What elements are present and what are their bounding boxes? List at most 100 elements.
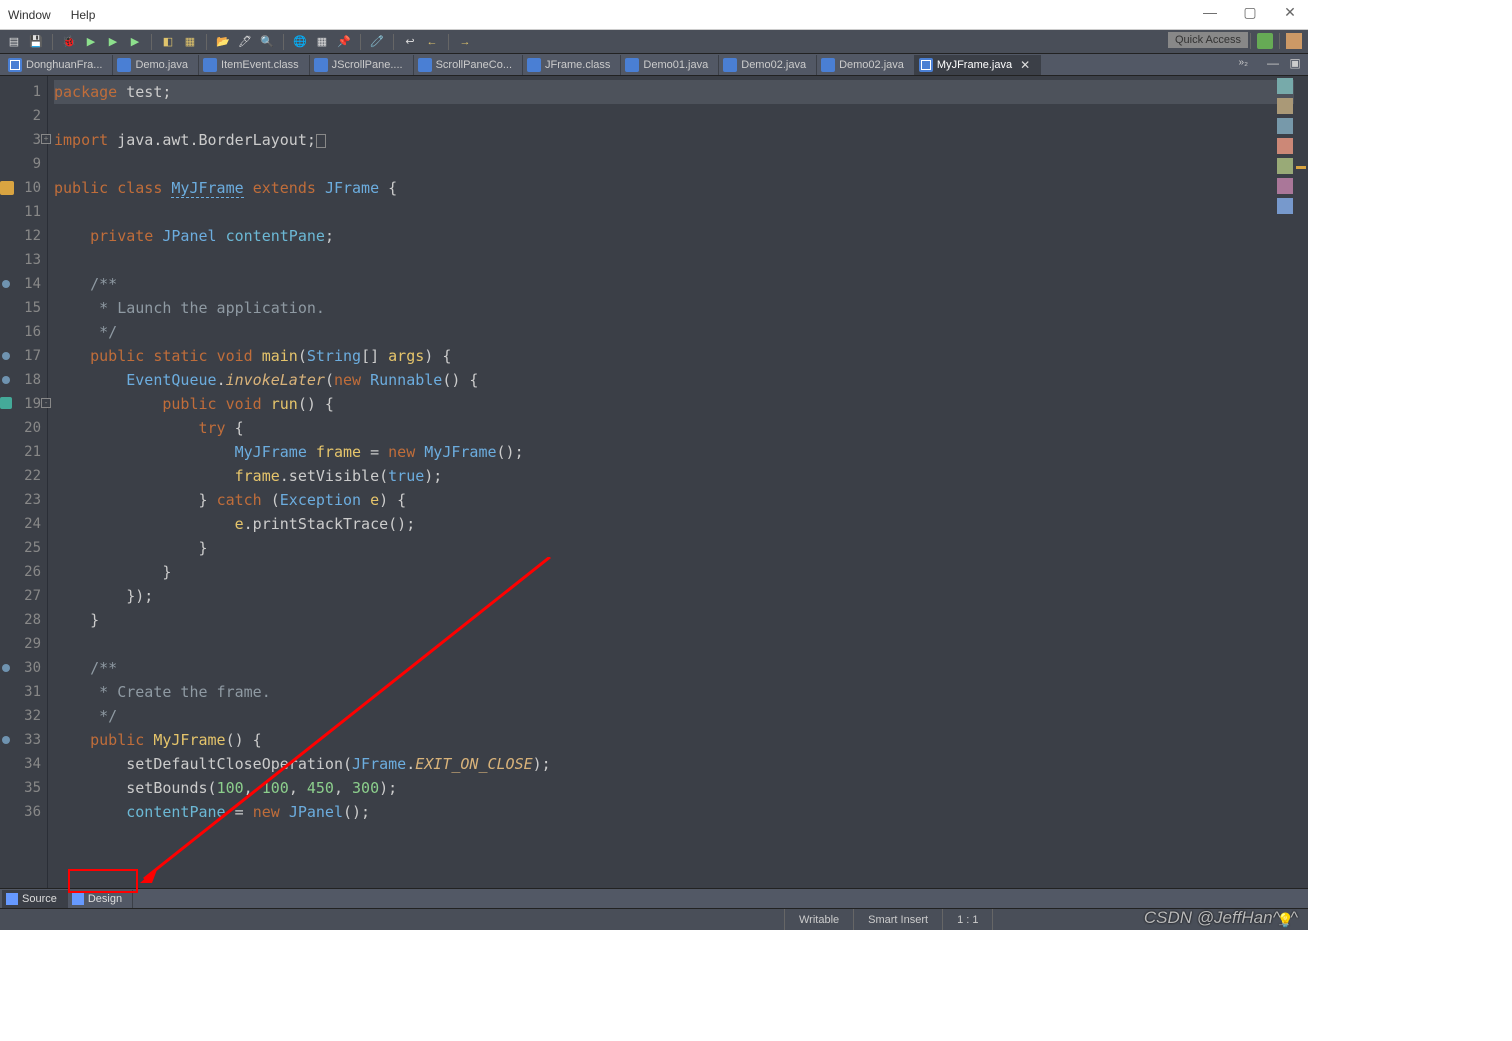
minimize-view-icon[interactable]: — xyxy=(1266,56,1280,70)
code-line[interactable]: try { xyxy=(54,416,1308,440)
line-number[interactable]: 32 xyxy=(0,704,47,728)
tip-bulb-icon[interactable]: 💡 xyxy=(1277,912,1294,929)
line-number[interactable]: 19- xyxy=(0,392,47,416)
line-number[interactable]: 35 xyxy=(0,776,47,800)
code-line[interactable]: setBounds(100, 100, 450, 300); xyxy=(54,776,1308,800)
line-number[interactable]: 27 xyxy=(0,584,47,608)
maximize-view-icon[interactable]: ▣ xyxy=(1288,56,1302,70)
menu-help[interactable]: Help xyxy=(71,8,96,22)
save-icon[interactable]: 💾 xyxy=(28,34,44,50)
line-number[interactable]: 18 xyxy=(0,368,47,392)
code-line[interactable]: */ xyxy=(54,704,1308,728)
code-line[interactable]: } xyxy=(54,536,1308,560)
line-number[interactable]: 33 xyxy=(0,728,47,752)
forward-icon[interactable]: → xyxy=(457,34,473,50)
warning-gutter-icon[interactable] xyxy=(0,181,14,195)
editor-tab[interactable]: Demo01.java xyxy=(621,55,719,75)
palette-icon[interactable] xyxy=(1277,118,1293,134)
line-number[interactable]: 17 xyxy=(0,344,47,368)
code-line[interactable] xyxy=(54,200,1308,224)
code-line[interactable]: */ xyxy=(54,320,1308,344)
override-marker-icon[interactable] xyxy=(0,397,12,409)
line-number[interactable]: 34 xyxy=(0,752,47,776)
line-number[interactable]: 2 xyxy=(0,104,47,128)
minimize-icon[interactable]: — xyxy=(1202,4,1218,21)
line-number[interactable]: 21 xyxy=(0,440,47,464)
line-number[interactable]: 10 xyxy=(0,176,47,200)
attach-icon[interactable]: 🧷 xyxy=(369,34,385,50)
code-line[interactable]: } catch (Exception e) { xyxy=(54,488,1308,512)
close-icon[interactable]: ✕ xyxy=(1282,4,1298,21)
code-line[interactable]: contentPane = new JPanel(); xyxy=(54,800,1308,824)
line-number[interactable]: 14 xyxy=(0,272,47,296)
editor-tab[interactable]: ItemEvent.class xyxy=(199,55,310,75)
code-line[interactable]: import java.awt.BorderLayout; xyxy=(54,128,1308,152)
open-task-icon[interactable]: 🖊 xyxy=(237,34,253,50)
code-line[interactable]: * Create the frame. xyxy=(54,680,1308,704)
task-list-icon[interactable] xyxy=(1277,98,1293,114)
code-line[interactable]: public class MyJFrame extends JFrame { xyxy=(54,176,1308,200)
editor-tab[interactable]: JScrollPane.... xyxy=(310,55,414,75)
editor-mode-tab-design[interactable]: Design xyxy=(68,890,133,908)
line-number[interactable]: 11 xyxy=(0,200,47,224)
new-icon[interactable]: ▤ xyxy=(6,34,22,50)
nav-icon[interactable]: ▦ xyxy=(314,34,330,50)
code-line[interactable]: * Launch the application. xyxy=(54,296,1308,320)
bookmarks-icon[interactable] xyxy=(1277,178,1293,194)
new-java-icon[interactable]: ◧ xyxy=(160,34,176,50)
code-line[interactable]: private JPanel contentPane; xyxy=(54,224,1308,248)
code-line[interactable]: public static void main(String[] args) { xyxy=(54,344,1308,368)
editor-tab[interactable]: Demo02.java xyxy=(817,55,915,75)
breakpoint-marker-icon[interactable] xyxy=(2,376,10,384)
pin-icon[interactable]: 📌 xyxy=(336,34,352,50)
line-number[interactable]: 23 xyxy=(0,488,47,512)
debug-icon[interactable]: 🐞 xyxy=(61,34,77,50)
line-number[interactable]: 1 xyxy=(0,80,47,104)
code-line[interactable]: public void run() { xyxy=(54,392,1308,416)
code-line[interactable]: package test; xyxy=(54,80,1308,104)
code-line[interactable]: /** xyxy=(54,656,1308,680)
code-line[interactable] xyxy=(54,248,1308,272)
code-line[interactable]: public MyJFrame() { xyxy=(54,728,1308,752)
open-perspective-icon[interactable] xyxy=(1257,33,1273,49)
line-number[interactable]: 24 xyxy=(0,512,47,536)
line-number[interactable]: 25 xyxy=(0,536,47,560)
overview-ruler[interactable] xyxy=(1294,76,1308,888)
line-number[interactable]: 31 xyxy=(0,680,47,704)
line-number[interactable]: 16 xyxy=(0,320,47,344)
code-line[interactable]: /** xyxy=(54,272,1308,296)
outline-icon[interactable] xyxy=(1277,78,1293,94)
code-line[interactable]: frame.setVisible(true); xyxy=(54,464,1308,488)
quick-access[interactable]: Quick Access xyxy=(1168,32,1248,48)
properties-icon[interactable] xyxy=(1277,158,1293,174)
code-line[interactable]: EventQueue.invokeLater(new Runnable() { xyxy=(54,368,1308,392)
breakpoint-marker-icon[interactable] xyxy=(2,280,10,288)
structure-icon[interactable] xyxy=(1277,138,1293,154)
editor-tab[interactable]: MyJFrame.java✕ xyxy=(915,55,1041,75)
line-number[interactable]: 30 xyxy=(0,656,47,680)
editor-tab[interactable]: JFrame.class xyxy=(523,55,621,75)
line-number[interactable]: 20 xyxy=(0,416,47,440)
editor-tab[interactable]: Demo02.java xyxy=(719,55,817,75)
run-icon[interactable]: ▶ xyxy=(83,34,99,50)
globe-icon[interactable]: 🌐 xyxy=(292,34,308,50)
menu-window[interactable]: Window xyxy=(8,8,51,22)
code-line[interactable]: } xyxy=(54,560,1308,584)
code-line[interactable] xyxy=(54,632,1308,656)
tabs-overflow[interactable]: »₂ xyxy=(1239,57,1248,68)
search-icon[interactable]: 🔍 xyxy=(259,34,275,50)
code-line[interactable]: } xyxy=(54,608,1308,632)
maximize-icon[interactable]: ▢ xyxy=(1242,4,1258,21)
line-number[interactable]: 15 xyxy=(0,296,47,320)
line-number[interactable]: 26 xyxy=(0,560,47,584)
line-number[interactable]: 36 xyxy=(0,800,47,824)
breakpoint-marker-icon[interactable] xyxy=(2,664,10,672)
line-number[interactable]: 12 xyxy=(0,224,47,248)
prev-icon[interactable]: ← xyxy=(424,34,440,50)
line-number[interactable]: 9 xyxy=(0,152,47,176)
editor-mode-tab-source[interactable]: Source xyxy=(2,890,68,908)
code-area[interactable]: package test; import java.awt.BorderLayo… xyxy=(48,76,1308,888)
coverage-icon[interactable]: ▶ xyxy=(127,34,143,50)
java-perspective-icon[interactable] xyxy=(1286,33,1302,49)
line-number[interactable]: 28 xyxy=(0,608,47,632)
